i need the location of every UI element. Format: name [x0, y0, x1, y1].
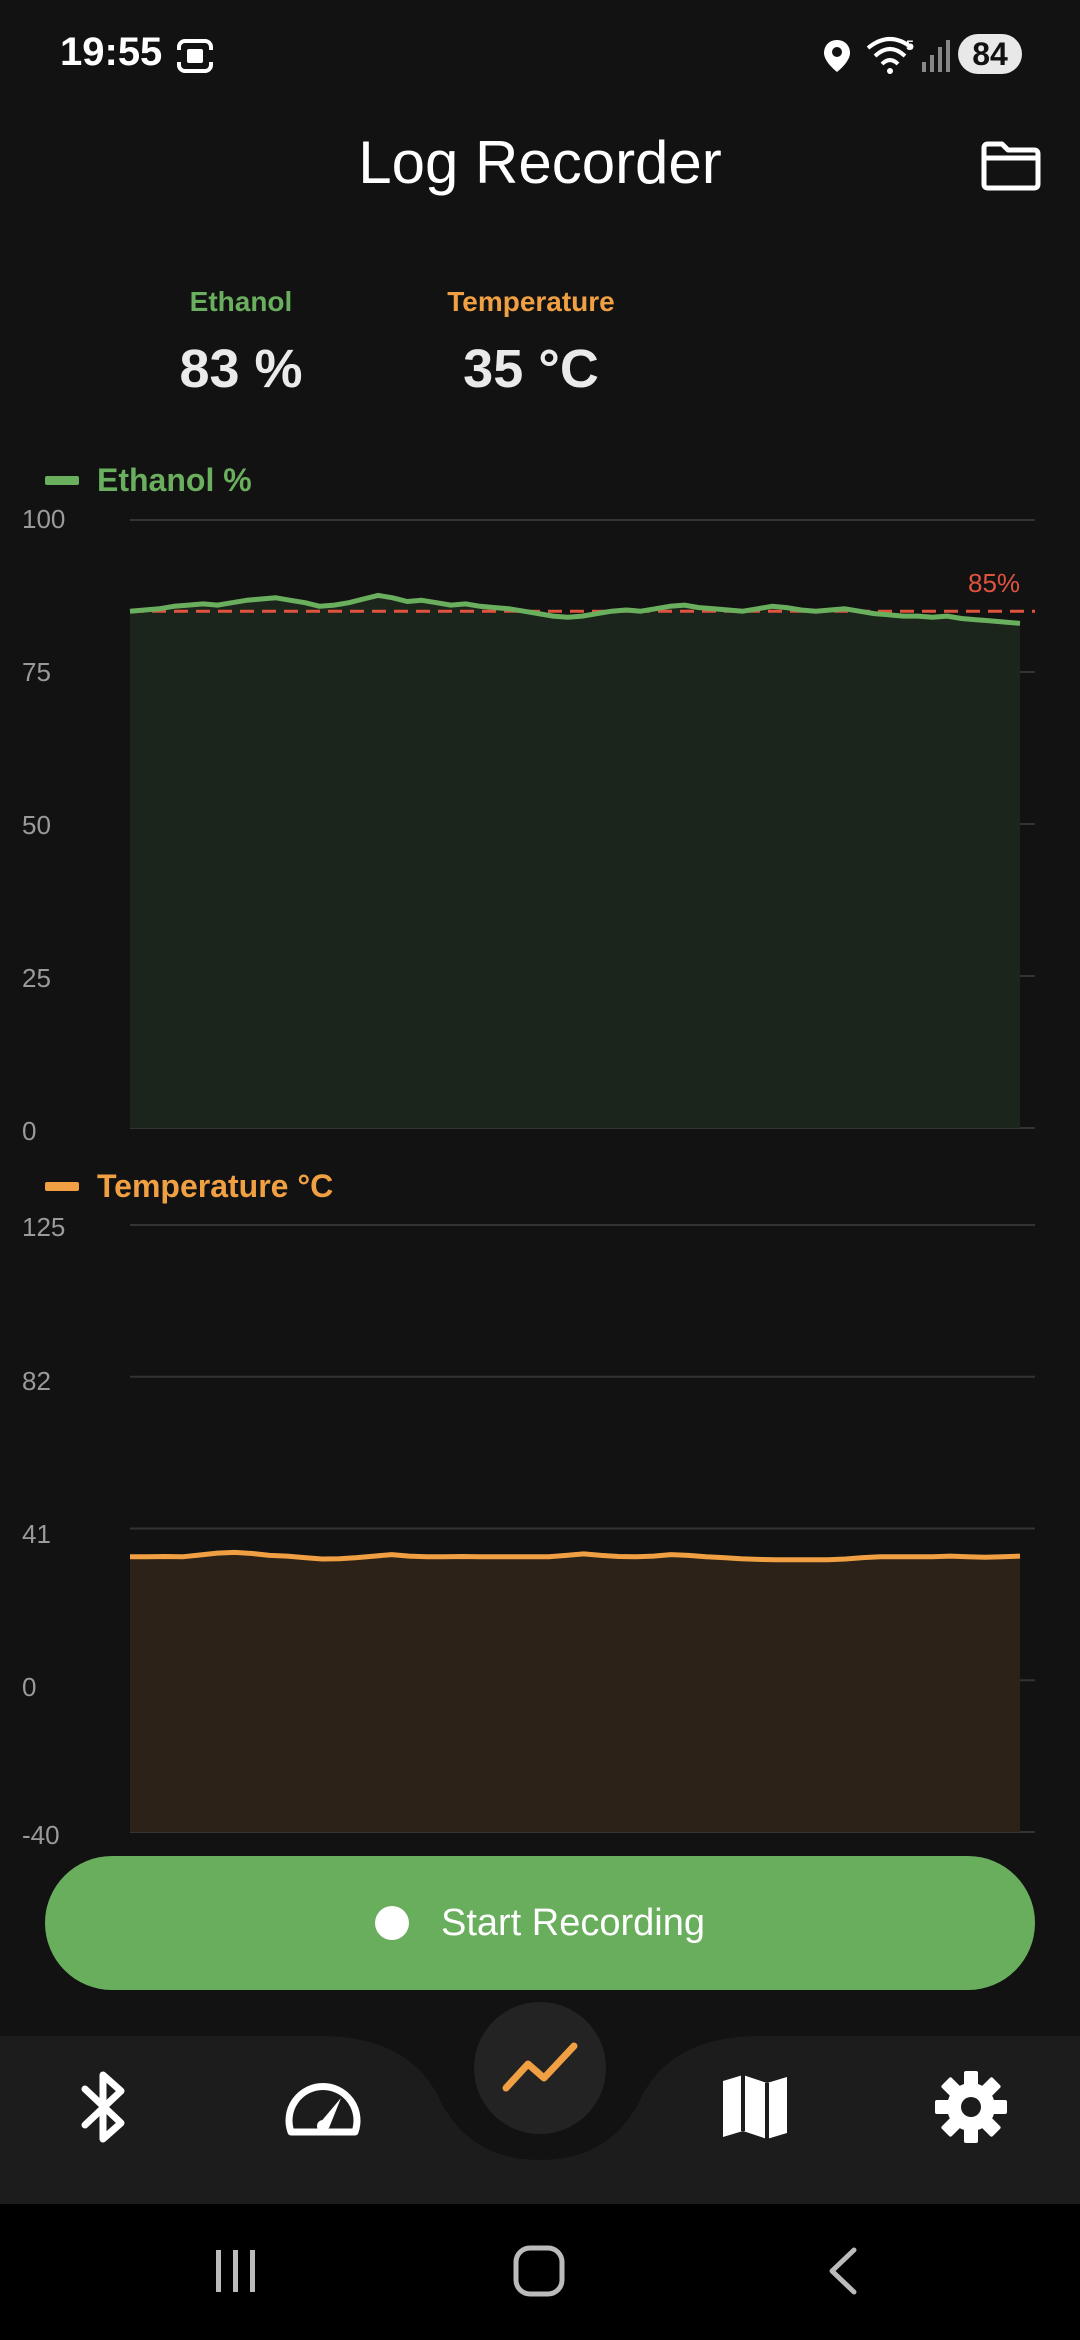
recent-apps-icon[interactable] — [212, 2246, 260, 2296]
start-recording-label: Start Recording — [440, 1901, 705, 1944]
nav-bluetooth[interactable] — [50, 2052, 160, 2162]
speedometer-icon — [285, 2083, 361, 2136]
record-dot-icon — [374, 1906, 409, 1940]
nav-log-recorder[interactable] — [485, 2013, 595, 2123]
ethanol-label: Ethanol — [189, 286, 293, 317]
start-recording-button[interactable]: Start Recording — [45, 1856, 1035, 1990]
map-icon — [723, 2075, 787, 2139]
ethanol-value: 83 % — [179, 339, 303, 399]
temperature-area — [130, 1552, 1020, 1832]
wifi-icon: 5 — [866, 37, 914, 74]
location-icon — [824, 40, 850, 72]
svg-text:5: 5 — [906, 37, 914, 53]
ethanol-threshold-label: 85% — [968, 568, 1021, 598]
temperature-legend-swatch — [45, 1182, 79, 1191]
temperature-chart-legend: Temperature °C — [45, 1168, 333, 1205]
nav-settings[interactable] — [916, 2052, 1026, 2162]
nav-map[interactable] — [700, 2052, 810, 2162]
battery-indicator: 84 — [958, 34, 1022, 74]
folder-icon[interactable] — [980, 140, 1042, 192]
ethanol-chart — [129, 519, 1035, 1129]
home-icon[interactable] — [512, 2244, 566, 2298]
ethanol-legend-label: Ethanol % — [97, 462, 252, 498]
nav-dashboard[interactable] — [268, 2052, 378, 2162]
page-title: Log Recorder — [358, 129, 722, 196]
bluetooth-icon — [81, 2071, 125, 2143]
ethanol-area — [130, 595, 1020, 1128]
temperature-legend-label: Temperature °C — [97, 1168, 334, 1204]
temperature-label: Temperature — [447, 286, 615, 317]
temperature-value: 35 °C — [463, 339, 599, 399]
temperature-chart — [130, 1224, 1035, 1833]
gear-icon — [935, 2071, 1007, 2143]
signal-icon — [922, 40, 950, 72]
status-time: 19:55 — [60, 30, 163, 74]
ethanol-legend-swatch — [45, 476, 79, 485]
back-icon[interactable] — [822, 2244, 862, 2298]
chart-trend-icon — [502, 2042, 578, 2092]
screenshot-icon — [176, 39, 214, 73]
ethanol-chart-legend: Ethanol % — [45, 462, 252, 499]
